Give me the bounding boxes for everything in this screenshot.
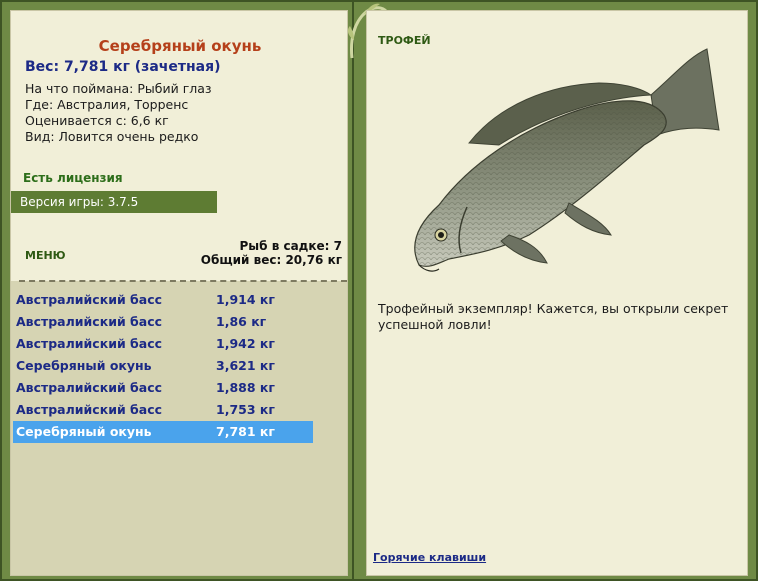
fish-weight: Вес: 7,781 кг (зачетная) (25, 59, 221, 75)
species-info: Вид: Ловится очень редко (25, 129, 199, 144)
catch-row-selected[interactable]: Серебряный окунь 7,781 кг (13, 421, 313, 443)
hotkeys-link[interactable]: Горячие клавиши (373, 551, 486, 564)
catch-name: Австралийский басс (16, 314, 163, 329)
catch-row[interactable]: Австралийский басс 1,86 кг (13, 311, 313, 333)
location-info: Где: Австралия, Торренс (25, 97, 189, 112)
bait-info: На что поймана: Рыбий глаз (25, 81, 212, 96)
trophy-panel: ТРОФЕЙ Трофейный экземпляр! Кажется, вы … (366, 10, 748, 576)
catch-weight: 7,781 кг (216, 424, 275, 439)
dashed-divider (19, 280, 347, 282)
keep-net-total-weight: Общий вес: 20,76 кг (200, 253, 342, 267)
catch-weight: 1,914 кг (216, 292, 275, 307)
catch-list: Австралийский басс 1,914 кг Австралийски… (13, 289, 313, 443)
catch-name: Австралийский басс (16, 292, 163, 307)
catch-weight: 1,942 кг (216, 336, 275, 351)
catch-row[interactable]: Австралийский басс 1,888 кг (13, 377, 313, 399)
catch-name: Австралийский басс (16, 336, 163, 351)
catch-row[interactable]: Серебряный окунь 3,621 кг (13, 355, 313, 377)
catch-name: Австралийский басс (16, 380, 163, 395)
catch-row[interactable]: Австралийский басс 1,914 кг (13, 289, 313, 311)
license-status: Есть лицензия (23, 171, 123, 185)
rating-info: Оценивается с: 6,6 кг (25, 113, 169, 128)
catch-name: Серебряный окунь (16, 424, 152, 439)
catch-weight: 3,621 кг (216, 358, 275, 373)
keep-net-stats: Рыб в садке: 7 Общий вес: 20,76 кг (201, 239, 342, 267)
catch-info-panel: Серебряный окунь Вес: 7,781 кг (зачетная… (10, 10, 348, 576)
fish-title: Серебряный окунь (98, 37, 262, 55)
catch-weight: 1,86 кг (216, 314, 267, 329)
trophy-message: Трофейный экземпляр! Кажется, вы открыли… (378, 301, 729, 332)
catch-row[interactable]: Австралийский басс 1,942 кг (13, 333, 313, 355)
catch-weight: 1,888 кг (216, 380, 275, 395)
catch-weight: 1,753 кг (216, 402, 275, 417)
catch-row[interactable]: Австралийский басс 1,753 кг (13, 399, 313, 421)
version-bar: Версия игры: 3.7.5 (11, 191, 217, 213)
menu-button[interactable]: МЕНЮ (25, 249, 66, 262)
silver-perch-fish-image (414, 48, 720, 272)
keep-net-count: Рыб в садке: 7 (239, 239, 343, 253)
catch-name: Австралийский басс (16, 402, 163, 417)
catch-name: Серебряный окунь (16, 358, 152, 373)
